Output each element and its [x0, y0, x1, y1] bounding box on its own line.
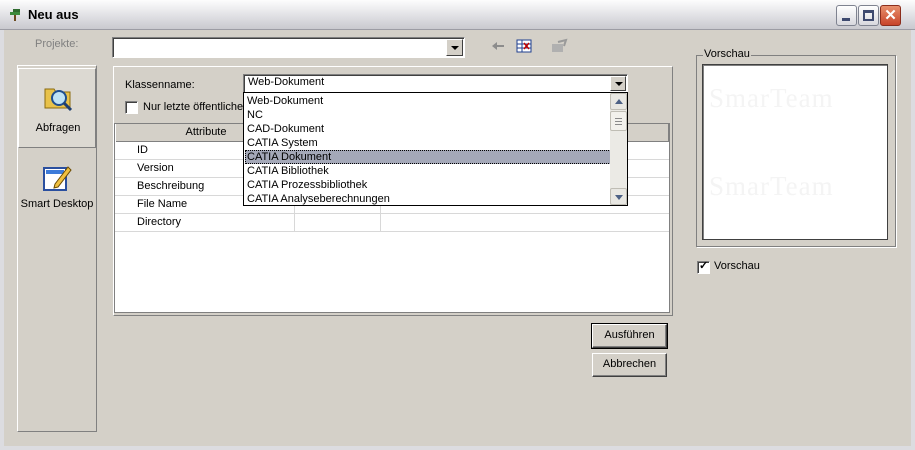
dropdown-option[interactable]: CATIA System	[245, 136, 611, 150]
close-icon: ✕	[884, 7, 897, 24]
preview-box: SmarTeam SmarTeam	[702, 64, 888, 240]
klassenname-dropdown-button[interactable]	[610, 76, 626, 91]
maximize-button[interactable]	[858, 5, 879, 26]
row-attribute-name: Directory	[115, 214, 295, 232]
nav-abfragen-label: Abfragen	[35, 122, 81, 134]
preview-watermark: SmarTeam	[709, 171, 834, 201]
chevron-down-icon	[451, 46, 459, 50]
dropdown-option[interactable]: NC	[245, 108, 611, 122]
window-title: Neu aus	[28, 7, 79, 22]
chevron-down-icon	[615, 82, 623, 86]
preview-checkbox[interactable]: ✓	[697, 260, 710, 274]
magnifier-folder-icon	[44, 88, 73, 112]
dropdown-option[interactable]: CAD-Dokument	[245, 122, 611, 136]
dropdown-option-selected[interactable]: CATIA Dokument	[245, 150, 611, 164]
window-frame-bottom	[0, 446, 915, 450]
back-arrow-icon[interactable]	[489, 38, 507, 54]
row-cell[interactable]	[295, 214, 381, 232]
scroll-thumb[interactable]	[610, 111, 627, 131]
klassenname-dropdown-list[interactable]: Web-Dokument NC CAD-Dokument CATIA Syste…	[243, 92, 628, 206]
nur-letzte-label: Nur letzte öffentliche	[143, 101, 244, 113]
window-frame-right	[911, 30, 915, 450]
query-grid-icon[interactable]	[516, 38, 534, 54]
dropdown-option[interactable]: CATIA Analyseberechnungen	[245, 192, 611, 206]
close-button[interactable]: ✕	[880, 5, 901, 26]
klassenname-combobox[interactable]: Web-Dokument	[243, 74, 628, 93]
cancel-button[interactable]: Abbrechen	[592, 353, 667, 377]
execute-button[interactable]: Ausführen	[591, 323, 668, 349]
grip-line	[615, 118, 622, 119]
disabled-tool-icon[interactable]	[550, 38, 568, 54]
projekte-dropdown-button[interactable]	[446, 39, 463, 56]
maximize-icon	[863, 10, 874, 21]
nav-abfragen-button[interactable]: Abfragen	[18, 68, 96, 148]
minimize-button[interactable]	[836, 5, 857, 26]
desktop-edit-icon	[43, 166, 72, 191]
scroll-down-button[interactable]	[610, 188, 627, 205]
preview-watermark: SmarTeam	[709, 83, 834, 113]
preview-checkbox-label: Vorschau	[714, 260, 760, 272]
dropdown-option[interactable]: CATIA Prozessbibliothek	[245, 178, 611, 192]
chevron-up-icon	[615, 99, 623, 104]
projekte-label: Projekte:	[35, 38, 79, 50]
checkmark-icon: ✓	[699, 260, 709, 272]
navigation-panel: Abfragen Smart Desktop	[17, 65, 97, 432]
chevron-down-icon	[615, 195, 623, 200]
dropdown-option[interactable]: Web-Dokument	[245, 94, 611, 108]
minimize-icon	[842, 18, 850, 21]
dropdown-option[interactable]: CATIA Bibliothek	[245, 164, 611, 178]
grip-line	[615, 124, 622, 125]
title-bar[interactable]: Neu aus ✕	[0, 0, 915, 30]
app-tree-icon	[10, 9, 20, 21]
projekte-combobox[interactable]	[112, 37, 465, 58]
klassenname-value: Web-Dokument	[248, 76, 325, 88]
dropdown-scrollbar[interactable]	[610, 93, 627, 205]
table-row[interactable]: Directory	[115, 214, 669, 232]
nur-letzte-checkbox[interactable]	[125, 101, 138, 114]
preview-group-title: Vorschau	[703, 48, 751, 60]
window-frame-left	[0, 30, 4, 450]
scroll-up-button[interactable]	[610, 93, 627, 110]
klassenname-label: Klassenname:	[125, 79, 195, 91]
nav-smart-desktop-label: Smart Desktop	[20, 198, 94, 210]
nav-smart-desktop-button[interactable]: Smart Desktop	[18, 162, 96, 212]
grip-line	[615, 121, 622, 122]
